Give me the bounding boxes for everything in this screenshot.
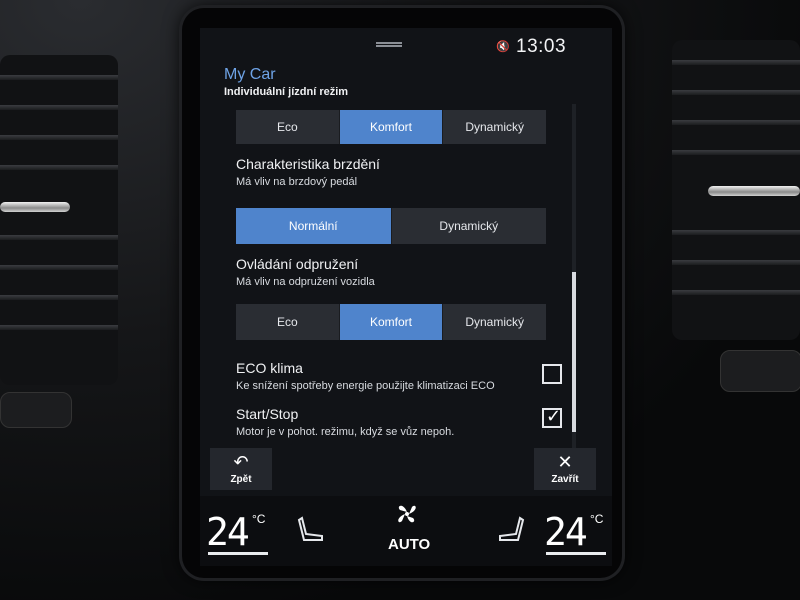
start-stop-description: Motor je v pohot. režimu, když se vůz ne…	[236, 426, 455, 438]
suspension-dynamicky[interactable]: Dynamický	[443, 304, 546, 340]
bottom-action-bar: ↶ Zpět ✕ Zavřít	[200, 442, 612, 492]
brake-title: Charakteristika brzdění	[236, 156, 380, 172]
left-temperature-unit: °C	[252, 512, 266, 526]
left-vent-chrome-trim	[0, 202, 70, 212]
page-header: My Car Individuální jízdní režim	[224, 66, 348, 98]
eco-climate-checkbox[interactable]	[542, 364, 562, 384]
climate-bar: 24 °C AUTO 24 °C	[200, 496, 612, 566]
infotainment-screen: 🔇 13:03 My Car Individuální jízdní režim…	[200, 28, 612, 566]
close-button-label: Zavřít	[551, 474, 579, 485]
right-vent-knob	[720, 350, 800, 392]
back-button-label: Zpět	[230, 474, 252, 485]
right-temperature-unit: °C	[590, 512, 604, 526]
clock: 13:03	[516, 36, 567, 57]
climate-mode-label[interactable]: AUTO	[388, 536, 430, 553]
checkmark-icon: ✓	[546, 406, 562, 426]
left-air-vent	[0, 55, 118, 385]
eco-climate-description: Ke snížení spotřeby energie použijte kli…	[236, 380, 495, 392]
mute-icon: 🔇	[496, 41, 510, 53]
suspension-komfort[interactable]: Komfort	[339, 304, 444, 340]
settings-list[interactable]: Eco Komfort Dynamický Charakteristika br…	[224, 106, 564, 451]
close-icon: ✕	[557, 452, 573, 472]
scrollbar-thumb[interactable]	[572, 272, 576, 432]
right-temperature[interactable]: 24	[544, 510, 588, 554]
brake-description: Má vliv na brzdový pedál	[236, 176, 358, 188]
start-stop-title: Start/Stop	[236, 406, 299, 422]
left-vent-knob	[0, 392, 72, 428]
pull-down-handle[interactable]	[376, 42, 402, 47]
drive-mode-dynamicky[interactable]: Dynamický	[443, 110, 546, 144]
drive-mode-eco[interactable]: Eco	[236, 110, 340, 144]
fan-icon[interactable]	[392, 500, 422, 528]
brake-normal[interactable]: Normální	[236, 208, 392, 244]
app-title: My Car	[224, 66, 276, 83]
suspension-title: Ovládání odpružení	[236, 256, 359, 272]
brake-selector[interactable]: Normální Dynamický	[236, 208, 546, 244]
suspension-description: Má vliv na odpružení vozidla	[236, 276, 375, 288]
right-seat-heat-icon[interactable]	[496, 516, 526, 544]
back-button[interactable]: ↶ Zpět	[210, 448, 272, 490]
left-temperature-indicator	[208, 552, 268, 555]
page-title: Individuální jízdní režim	[224, 86, 349, 98]
right-temperature-indicator	[546, 552, 606, 555]
close-button[interactable]: ✕ Zavřít	[534, 448, 596, 490]
eco-climate-title: ECO klima	[236, 360, 303, 376]
suspension-selector[interactable]: Eco Komfort Dynamický	[236, 304, 546, 340]
left-seat-heat-icon[interactable]	[296, 516, 326, 544]
left-temperature[interactable]: 24	[206, 510, 250, 554]
brake-dynamicky[interactable]: Dynamický	[392, 208, 547, 244]
status-bar: 🔇 13:03	[200, 28, 612, 62]
scrollbar[interactable]	[572, 104, 576, 464]
back-arrow-icon: ↶	[233, 452, 249, 472]
right-vent-chrome-trim	[708, 186, 800, 196]
start-stop-checkbox[interactable]: ✓	[542, 406, 562, 428]
drive-mode-komfort[interactable]: Komfort	[339, 110, 444, 144]
drive-mode-selector[interactable]: Eco Komfort Dynamický	[236, 110, 546, 144]
suspension-eco[interactable]: Eco	[236, 304, 340, 340]
